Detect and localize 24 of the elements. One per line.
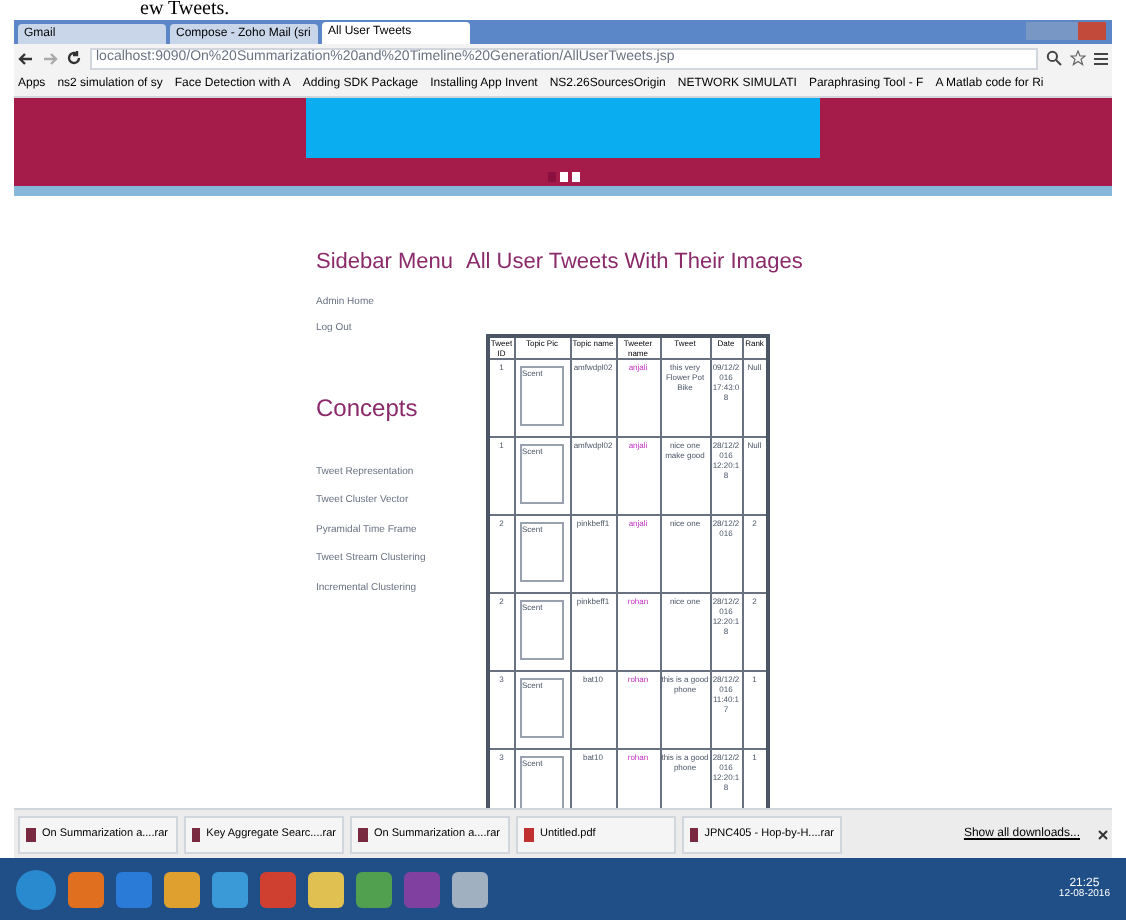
- taskbar-app-icon[interactable]: [16, 869, 56, 909]
- file-icon: [690, 827, 699, 841]
- taskbar-app-icon[interactable]: [452, 871, 488, 907]
- file-icon: [358, 827, 368, 841]
- taskbar-app-icon[interactable]: [68, 871, 104, 907]
- taskbar-app-icon[interactable]: [356, 871, 392, 907]
- forward-icon[interactable]: [42, 51, 58, 65]
- caption-text: ew Tweets.: [140, 0, 230, 20]
- taskbar-app-icon[interactable]: [164, 871, 200, 907]
- page-title: All User Tweets With Their Images: [466, 248, 803, 278]
- sidebar-title: Sidebar Menu: [316, 248, 455, 278]
- close-icon[interactable]: [1098, 829, 1108, 839]
- back-icon[interactable]: [18, 51, 34, 65]
- concepts-title: Concepts: [316, 391, 420, 425]
- search-icon[interactable]: [1046, 50, 1062, 66]
- taskbar-app-icon[interactable]: [212, 871, 248, 907]
- file-icon: [26, 827, 36, 841]
- taskbar-app-icon[interactable]: [116, 871, 152, 907]
- taskbar-app-icon[interactable]: [308, 871, 344, 907]
- file-icon: [524, 827, 534, 841]
- reload-icon[interactable]: [66, 50, 82, 66]
- file-icon: [192, 827, 201, 841]
- menu-icon[interactable]: [1094, 51, 1108, 65]
- star-icon[interactable]: [1070, 50, 1086, 66]
